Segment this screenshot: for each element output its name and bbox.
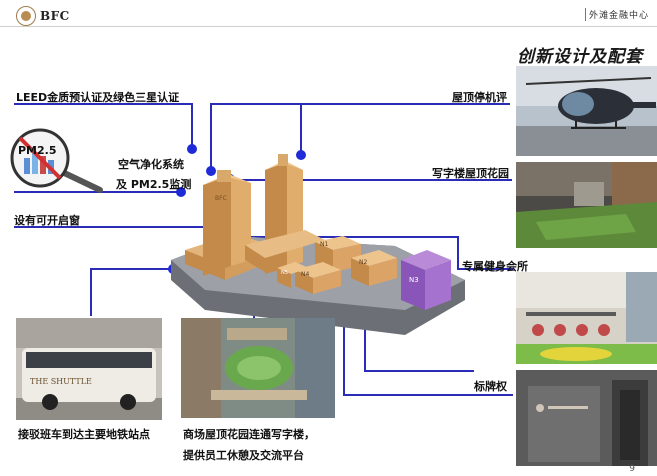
label-signage: 标牌权 — [474, 380, 507, 393]
label-roof-garden: 写字楼屋顶花园 — [432, 167, 509, 180]
connector-line — [90, 268, 174, 270]
brand-emblem-icon — [16, 6, 36, 26]
connector-line — [343, 394, 513, 396]
header-divider — [0, 26, 657, 27]
brand-logo: BFC — [16, 6, 70, 26]
tower-label: BFC — [215, 195, 227, 202]
label-air-system: 空气净化系统 — [118, 158, 184, 171]
gym-photo — [516, 272, 657, 364]
header-right-title: 外滩金融中心 — [584, 8, 649, 21]
block-label-n4: N4 — [301, 271, 309, 278]
connector-line — [90, 268, 92, 316]
pm25-badge-text: PM2.5 — [18, 144, 57, 157]
roof-garden-photo — [516, 162, 657, 248]
connector-line — [364, 370, 474, 372]
label-shuttle: 接驳班车到达主要地铁站点 — [18, 428, 150, 441]
block-label-n5: N5 — [281, 270, 288, 276]
label-leed: LEED金质预认证及绿色三星认证 — [16, 91, 180, 104]
page-number: 9 — [629, 464, 635, 474]
mall-roof-garden-photo — [181, 318, 335, 418]
building-model: BFC N1 N2 N4 N5 N3 — [171, 154, 465, 335]
bus-text: THE SHUTTLE — [30, 377, 92, 386]
block-label-n1: N1 — [320, 241, 328, 248]
brand-name: BFC — [40, 9, 70, 23]
page-title: 创新设计及配套 — [517, 47, 643, 67]
pm25-icon: PM2.5 — [10, 128, 103, 193]
helipad-photo — [516, 66, 657, 156]
block-label-n3: N3 — [409, 276, 419, 284]
label-pm25-monitor: 及 PM2.5监测 — [116, 178, 192, 191]
connector-line — [191, 103, 193, 148]
label-helipad: 屋顶停机评 — [452, 91, 507, 104]
label-mall-roof-2: 提供员工休憩及交流平台 — [183, 449, 304, 462]
block-label-n2: N2 — [359, 259, 367, 266]
shuttle-bus-photo: THE SHUTTLE — [16, 318, 162, 420]
label-mall-roof-1: 商场屋顶花园连通写字楼， — [183, 428, 315, 441]
signage-photo — [516, 370, 657, 466]
label-openable-windows: 设有可开启窗 — [14, 214, 80, 227]
connector-line — [300, 103, 302, 153]
